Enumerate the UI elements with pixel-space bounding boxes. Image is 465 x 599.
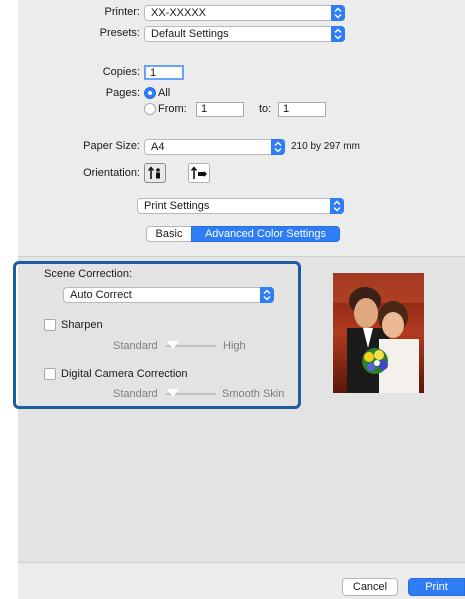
portrait-icon: [147, 166, 160, 179]
print-button[interactable]: Print: [408, 578, 465, 596]
digital-camera-correction-label: Digital Camera Correction: [61, 368, 188, 380]
scene-correction-select[interactable]: Auto Correct: [63, 287, 274, 303]
presets-value: Default Settings: [151, 28, 229, 40]
pages-all-radio[interactable]: [144, 87, 156, 99]
tab-basic[interactable]: Basic: [146, 226, 192, 242]
camera-correction-slider-thumb[interactable]: [166, 388, 180, 397]
paper-size-select[interactable]: A4: [144, 139, 285, 155]
pages-from-label: From:: [158, 103, 187, 115]
presets-label: Presets:: [99, 27, 140, 39]
scene-correction-label: Scene Correction:: [44, 268, 133, 280]
digital-camera-correction-checkbox[interactable]: [44, 368, 56, 380]
chevron-updown-icon: [331, 26, 345, 42]
sharpen-checkbox[interactable]: [44, 319, 56, 331]
printer-select[interactable]: XX-XXXXX: [144, 5, 345, 21]
chevron-updown-icon: [260, 287, 274, 303]
orientation-label: Orientation:: [83, 167, 140, 179]
pages-to-label: to:: [259, 103, 272, 115]
cancel-button[interactable]: Cancel: [342, 578, 398, 596]
pages-from-radio[interactable]: [144, 103, 156, 115]
orientation-portrait-button[interactable]: [144, 163, 166, 183]
chevron-updown-icon: [331, 5, 345, 21]
camera-correction-min-label: Standard: [113, 388, 158, 400]
presets-select[interactable]: Default Settings: [144, 26, 345, 42]
panel-select-value: Print Settings: [144, 200, 210, 212]
sharpen-min-label: Standard: [113, 340, 158, 352]
copies-input[interactable]: 1: [144, 65, 184, 80]
chevron-updown-icon: [271, 139, 285, 155]
pages-label: Pages:: [105, 87, 140, 99]
chevron-updown-icon: [330, 198, 344, 214]
orientation-landscape-button[interactable]: [188, 163, 210, 183]
printer-value: XX-XXXXX: [151, 7, 207, 19]
pages-from-input[interactable]: 1: [196, 102, 244, 117]
printer-label: Printer:: [104, 6, 140, 18]
panel-select[interactable]: Print Settings: [137, 198, 344, 214]
tab-advanced-color-settings[interactable]: Advanced Color Settings: [191, 226, 340, 242]
camera-correction-max-label: Smooth Skin: [222, 388, 285, 400]
paper-size-dimensions: 210 by 297 mm: [291, 141, 360, 152]
paper-size-value: A4: [151, 141, 165, 153]
sharpen-max-label: High: [223, 340, 246, 352]
sharpen-label: Sharpen: [61, 319, 103, 331]
pages-to-input[interactable]: 1: [278, 102, 326, 117]
paper-size-label: Paper Size:: [83, 140, 140, 152]
sharpen-slider-thumb[interactable]: [166, 340, 180, 349]
preview-photo: [333, 273, 424, 393]
scene-correction-value: Auto Correct: [70, 289, 132, 301]
copies-label: Copies:: [102, 66, 140, 78]
landscape-icon: [190, 166, 207, 179]
